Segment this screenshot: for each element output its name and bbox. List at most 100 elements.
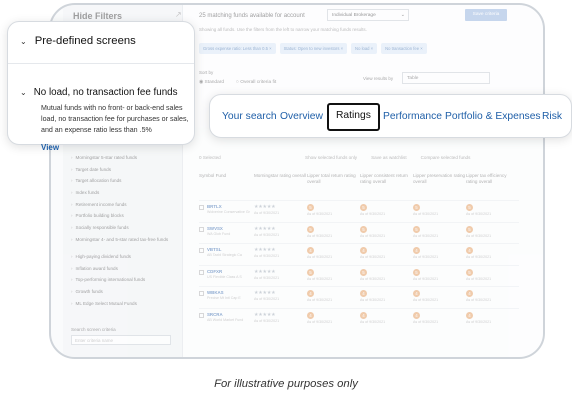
column-header[interactable]: Morningstar rating overall bbox=[254, 173, 307, 185]
filter-chip[interactable]: No load × bbox=[351, 43, 378, 54]
lipper-rating-badge: 5 bbox=[412, 268, 420, 276]
fund-ticker[interactable]: WBKAS bbox=[207, 290, 224, 295]
lipper-cell: 5 As of 9/30/2021 bbox=[359, 268, 413, 281]
row-checkbox[interactable] bbox=[199, 312, 204, 318]
fund-name: AB Taxbl Strategic Ca bbox=[207, 253, 242, 257]
fund-cell: BRTLX Wolverine Conservative Gr bbox=[199, 204, 254, 214]
column-header[interactable]: Lipper consistent return rating overall bbox=[360, 173, 413, 185]
sort-standard-radio[interactable]: ◉ Standard bbox=[199, 80, 224, 85]
fund-ticker[interactable]: VBTSL bbox=[207, 247, 221, 252]
fund-cell: WBKAS Precise Mt Intl Cap E bbox=[199, 290, 254, 300]
filter-chip[interactable]: Status: Open to new investors × bbox=[279, 43, 348, 54]
tab-your-search[interactable]: Your search bbox=[222, 111, 277, 122]
table-row[interactable]: SWVSX WA Glob Fund ★★★★★ As of 9/30/2021 5 As… bbox=[199, 221, 519, 244]
lipper-rating-badge: 4 bbox=[359, 247, 367, 254]
sidebar-item[interactable]: › Morningstar 5-star rated funds bbox=[71, 155, 181, 167]
search-criteria-input[interactable]: Enter criteria name bbox=[71, 335, 171, 345]
as-of-date: As of 9/30/2021 bbox=[359, 276, 386, 281]
tab-performance[interactable]: Performance bbox=[383, 111, 442, 122]
save-criteria-button[interactable]: Save criteria bbox=[465, 9, 507, 21]
row-checkbox[interactable] bbox=[199, 291, 204, 296]
table-row[interactable]: VBTSL AB Taxbl Strategic Ca ★★★★★ As of 9/3… bbox=[199, 243, 519, 265]
sidebar-item[interactable]: › Morningstar 4- and 5-star rated tax-fre… bbox=[71, 237, 181, 254]
tab-ratings[interactable]: Ratings bbox=[327, 103, 380, 131]
chevron-right-icon: › bbox=[71, 213, 73, 219]
show-selected-button[interactable]: Show selected funds only bbox=[305, 155, 357, 160]
account-select[interactable]: Individual Brokerage ⌄ bbox=[327, 9, 409, 21]
sidebar-item[interactable]: › Retirement income funds bbox=[71, 202, 181, 214]
lipper-cell: 4 As of 9/30/2021 bbox=[465, 290, 519, 302]
lipper-cell: 5 As of 9/30/2021 bbox=[412, 204, 466, 216]
sidebar-item[interactable]: › Target allocation funds bbox=[71, 178, 181, 190]
lipper-cell: 5 As of 9/30/2021 bbox=[359, 204, 413, 216]
row-checkbox[interactable] bbox=[199, 205, 204, 210]
fund-name: US Flexible Class A S bbox=[207, 274, 242, 279]
as-of-date: As of 9/30/2021 bbox=[359, 255, 386, 259]
chevron-down-icon: ⌄ bbox=[400, 12, 405, 18]
as-of-date: As of 9/30/2021 bbox=[359, 298, 386, 302]
lipper-rating-badge: 5 bbox=[359, 204, 367, 211]
column-header[interactable]: Lipper tax efficiency rating overall bbox=[466, 173, 519, 185]
lipper-cell: 4 As of 9/30/2021 bbox=[465, 247, 519, 259]
sidebar-item[interactable]: › Inflation award funds bbox=[71, 266, 181, 278]
fund-ticker[interactable]: BRTLX bbox=[207, 204, 222, 209]
table-row[interactable]: WBKAS Precise Mt Intl Cap E ★★★★★ As of 9/3… bbox=[199, 286, 519, 308]
sort-fit-radio[interactable]: ○ Overall criteria fit bbox=[236, 80, 276, 85]
lipper-cell: 4 As of 9/30/2021 bbox=[306, 290, 360, 302]
lipper-cell: 5 As of 9/30/2021 bbox=[412, 225, 466, 238]
as-of-date: As of 9/30/2021 bbox=[253, 297, 280, 301]
filter-chip[interactable]: No transaction fee × bbox=[381, 43, 427, 54]
results-tabs-card: Your search Overview Ratings Performance… bbox=[209, 94, 572, 138]
sidebar-item[interactable]: › Portfolio building blocks bbox=[71, 213, 181, 225]
column-header[interactable]: Symbol Fund bbox=[199, 173, 254, 185]
compare-button[interactable]: Compare selected funds bbox=[421, 155, 471, 160]
sidebar-item[interactable]: › Target date funds bbox=[71, 167, 181, 179]
sidebar-item[interactable]: › Index funds bbox=[71, 190, 181, 202]
fund-name: Wolverine Conservative Gr bbox=[207, 210, 250, 214]
as-of-date: As of 9/30/2021 bbox=[412, 212, 439, 216]
fund-ticker[interactable]: SWVSX bbox=[207, 226, 223, 231]
view-results-select[interactable]: Table bbox=[402, 72, 490, 84]
chevron-right-icon: › bbox=[71, 166, 73, 172]
predefined-header[interactable]: ⌄ Pre-defined screens bbox=[20, 35, 136, 47]
morningstar-cell: ★★★★★ As of 9/30/2021 bbox=[254, 290, 307, 301]
predefined-title: Pre-defined screens bbox=[34, 35, 136, 47]
lipper-rating-badge: 5 bbox=[359, 225, 367, 233]
table-row[interactable]: CDFXR US Flexible Class A S ★★★★★ As of 9/3… bbox=[199, 264, 519, 287]
chevron-right-icon: › bbox=[71, 155, 73, 160]
screen-item-header[interactable]: ⌄ No load, no transaction fee funds bbox=[20, 87, 178, 98]
fund-name: Precise Mt Intl Cap E bbox=[207, 296, 241, 300]
sidebar-item[interactable]: › High-paying dividend funds bbox=[71, 254, 181, 266]
morningstar-cell: ★★★★★ As of 9/30/2021 bbox=[254, 247, 307, 258]
lipper-rating-badge: 5 bbox=[465, 204, 473, 211]
filter-chip[interactable]: Gross expense ratio: Less than 0.5 × bbox=[199, 43, 276, 54]
lipper-cell: 5 As of 9/30/2021 bbox=[465, 225, 519, 238]
row-checkbox[interactable] bbox=[199, 226, 204, 232]
column-header[interactable]: Lipper total return rating overall bbox=[307, 173, 360, 185]
save-watchlist-button[interactable]: Save as watchlist bbox=[371, 155, 407, 160]
row-checkbox[interactable] bbox=[199, 269, 204, 275]
tab-portfolio-expenses[interactable]: Portfolio & Expenses bbox=[445, 111, 541, 122]
sidebar-item[interactable]: › ML Edge Select Mutual Funds bbox=[71, 301, 181, 313]
fund-ticker[interactable]: SRCRA bbox=[207, 312, 223, 317]
table-row[interactable]: SRCRA AB World Market Fund ★★★★★ As of 9/30… bbox=[199, 307, 519, 330]
column-header[interactable]: Lipper preservation rating overall bbox=[413, 173, 466, 185]
sidebar-item[interactable]: › Growth funds bbox=[71, 289, 181, 301]
fund-ticker[interactable]: CDFXR bbox=[207, 269, 222, 274]
table-row[interactable]: BRTLX Wolverine Conservative Gr ★★★★★ As of… bbox=[199, 200, 519, 222]
star-rating-icon: ★★★★★ bbox=[253, 204, 276, 210]
hide-filters-label[interactable]: Hide Filters bbox=[73, 11, 122, 21]
collapse-icon[interactable]: ↗ bbox=[175, 10, 182, 19]
lipper-rating-badge: 5 bbox=[465, 225, 473, 233]
tab-risk[interactable]: Risk bbox=[542, 111, 562, 122]
lipper-rating-badge: 4 bbox=[306, 311, 314, 319]
chevron-right-icon: › bbox=[71, 265, 73, 271]
sidebar-item[interactable]: › Top-performing international funds bbox=[71, 277, 181, 289]
tab-overview[interactable]: Overview bbox=[280, 111, 323, 122]
screen-item-description: Mutual funds with no front- or back-end … bbox=[41, 104, 189, 134]
as-of-date: As of 9/30/2021 bbox=[253, 254, 280, 258]
row-checkbox[interactable] bbox=[199, 248, 204, 253]
view-link[interactable]: View bbox=[41, 143, 59, 152]
sidebar-item[interactable]: › Socially responsible funds bbox=[71, 225, 181, 237]
lipper-rating-badge: 4 bbox=[465, 247, 473, 254]
